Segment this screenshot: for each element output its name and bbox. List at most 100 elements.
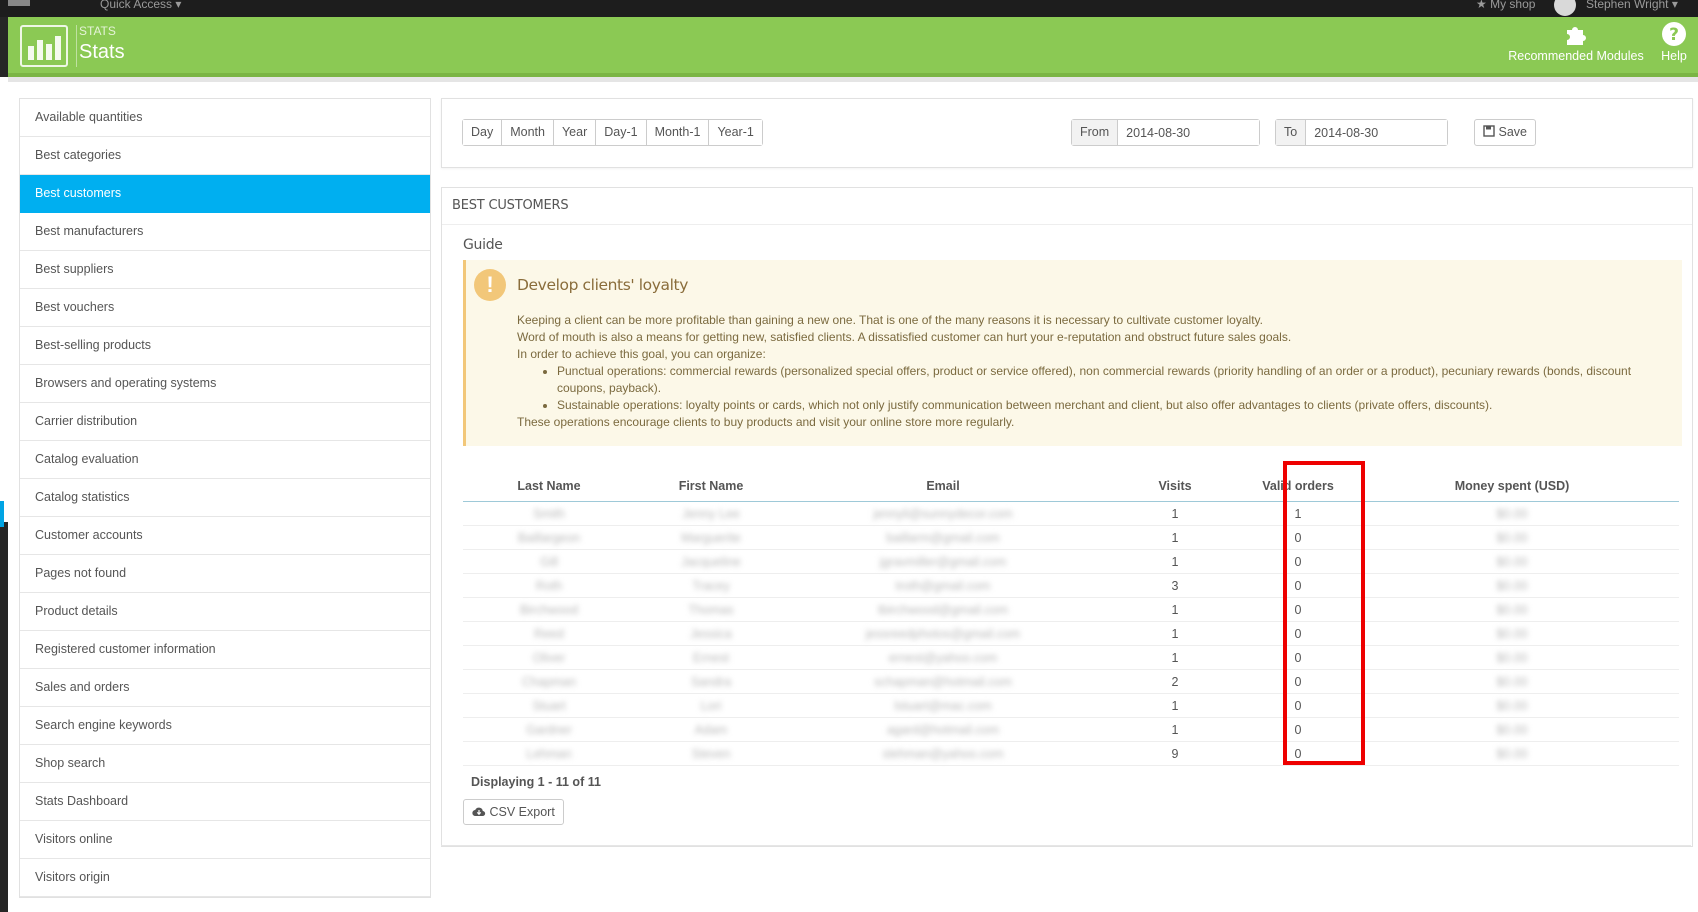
- cell-first-name-text: Jessica: [690, 626, 732, 641]
- column-header-last-name[interactable]: Last Name: [463, 471, 635, 502]
- period-button-year[interactable]: Year: [553, 120, 597, 145]
- cell-first-name-text: Jacqueline: [681, 554, 741, 569]
- period-button-day[interactable]: Day: [463, 120, 503, 145]
- cell-first-name: Jacqueline: [635, 549, 787, 574]
- sidebar-item-available-quantities[interactable]: Available quantities: [20, 99, 430, 137]
- table-row[interactable]: Gardner Adam agard@hotmail.com 1 0 $0.00: [463, 717, 1679, 742]
- warning-icon: !: [474, 269, 506, 301]
- cell-visits-text: 1: [1171, 554, 1179, 569]
- cell-visits-text: 3: [1171, 578, 1179, 593]
- cell-first-name-text: Adam: [694, 722, 728, 737]
- sidebar-item-carrier-distribution[interactable]: Carrier distribution: [20, 403, 430, 441]
- sidebar-item-catalog-statistics[interactable]: Catalog statistics: [20, 479, 430, 517]
- sidebar-item-customer-accounts[interactable]: Customer accounts: [20, 517, 430, 555]
- cell-last-name-text: Baillargeon: [517, 530, 581, 545]
- top-navbar: Quick Access ▾ ★ My shop Stephen Wright …: [0, 0, 1698, 17]
- table-row[interactable]: Gill Jacqueline jgravmiller@gmail.com 1 0 $0.…: [463, 549, 1679, 574]
- column-header-email[interactable]: Email: [787, 471, 1099, 502]
- period-button-year-1[interactable]: Year-1: [709, 120, 762, 145]
- alert-title: Develop clients' loyalty: [517, 276, 688, 294]
- cell-last-name: Stuart: [463, 693, 635, 718]
- table-row[interactable]: Lehman Steven slehman@yahoo.com 9 0 $0.00: [463, 741, 1679, 766]
- cell-email: ernest@yahoo.com: [787, 645, 1099, 670]
- table-row[interactable]: Birchwood Thomas tbirchwood@gmail.com 1 0 $0.…: [463, 597, 1679, 622]
- sidebar-item-best-categories[interactable]: Best categories: [20, 137, 430, 175]
- sidebar-item-sales-and-orders[interactable]: Sales and orders: [20, 669, 430, 707]
- cell-email: schapman@hotmail.com: [787, 669, 1099, 694]
- table-row[interactable]: Reed Jessica jessreedphotos@gmail.com 1 0 $0.…: [463, 621, 1679, 646]
- sidebar-item-best-selling-products[interactable]: Best-selling products: [20, 327, 430, 365]
- breadcrumb[interactable]: STATS: [79, 24, 116, 38]
- cell-email-text: jgravmiller@gmail.com: [879, 554, 1007, 569]
- cell-visits-text: 1: [1171, 530, 1179, 545]
- cell-first-name: Thomas: [635, 597, 787, 622]
- page-title: Stats: [79, 41, 125, 63]
- my-shop-link[interactable]: ★ My shop: [1476, 0, 1535, 11]
- column-header-money-spent[interactable]: Money spent (USD): [1345, 471, 1679, 502]
- table-row[interactable]: Smith Jenny Lee jennyli@sunnydecor.com 1 1 $0…: [463, 501, 1679, 526]
- cell-last-name: Smith: [463, 501, 635, 526]
- cell-email: slehman@yahoo.com: [787, 741, 1099, 766]
- sidebar-item-visitors-online[interactable]: Visitors online: [20, 821, 430, 859]
- sidebar-item-best-manufacturers[interactable]: Best manufacturers: [20, 213, 430, 251]
- cell-visits: 1: [1099, 717, 1251, 742]
- user-menu[interactable]: Stephen Wright ▾: [1586, 0, 1678, 11]
- cell-email-text: schapman@hotmail.com: [874, 674, 1012, 689]
- period-button-day-1[interactable]: Day-1: [596, 120, 647, 145]
- sidebar-item-registered-customer-information[interactable]: Registered customer information: [20, 631, 430, 669]
- sidebar-item-search-engine-keywords[interactable]: Search engine keywords: [20, 707, 430, 745]
- alert-line: These operations encourage clients to bu…: [517, 415, 1015, 429]
- page-header: STATS Stats Recommended Modules ? Help: [8, 17, 1698, 77]
- cell-first-name-text: Lori: [700, 698, 722, 713]
- column-header-visits[interactable]: Visits: [1099, 471, 1251, 502]
- sidebar-item-best-vouchers[interactable]: Best vouchers: [20, 289, 430, 327]
- save-button[interactable]: Save: [1474, 119, 1536, 146]
- to-date-group: To: [1275, 119, 1449, 146]
- sidebar-item-stats-dashboard[interactable]: Stats Dashboard: [20, 783, 430, 821]
- sidebar-item-shop-search[interactable]: Shop search: [20, 745, 430, 783]
- avatar[interactable]: [1554, 0, 1576, 16]
- from-label: From: [1072, 120, 1119, 145]
- recommended-modules-button[interactable]: Recommended Modules: [1506, 21, 1646, 63]
- sidebar-item-pages-not-found[interactable]: Pages not found: [20, 555, 430, 593]
- period-button-month-1[interactable]: Month-1: [646, 120, 710, 145]
- sidebar-item-product-details[interactable]: Product details: [20, 593, 430, 631]
- column-header-first-name[interactable]: First Name: [635, 471, 787, 502]
- cell-first-name-text: Tracey: [692, 578, 730, 593]
- from-date-input[interactable]: [1118, 120, 1260, 145]
- csv-export-button[interactable]: CSV Export: [463, 799, 564, 825]
- cloud-download-icon: [472, 805, 489, 819]
- cell-money-spent-text: $0.00: [1496, 506, 1528, 521]
- table-row[interactable]: Chapman Sandra schapman@hotmail.com 2 0 $0.00: [463, 669, 1679, 694]
- cell-money-spent: $0.00: [1345, 645, 1679, 670]
- period-button-month[interactable]: Month: [502, 120, 554, 145]
- sidebar-item-catalog-evaluation[interactable]: Catalog evaluation: [20, 441, 430, 479]
- help-button[interactable]: ? Help: [1656, 21, 1692, 63]
- table-row[interactable]: Roth Tracey troth@gmail.com 3 0 $0.00: [463, 573, 1679, 598]
- sidebar-item-visitors-origin[interactable]: Visitors origin: [20, 859, 430, 897]
- cell-money-spent: $0.00: [1345, 525, 1679, 550]
- panel-title-divider: [442, 224, 1692, 225]
- sidebar-item-best-customers[interactable]: Best customers: [20, 175, 430, 213]
- sidebar-item-best-suppliers[interactable]: Best suppliers: [20, 251, 430, 289]
- edge-accent: [0, 501, 4, 527]
- table-row[interactable]: Baillargeon Marguerite baillarm@gmail.com 1…: [463, 525, 1679, 550]
- cell-money-spent: $0.00: [1345, 693, 1679, 718]
- cell-money-spent-text: $0.00: [1496, 698, 1528, 713]
- cell-email: troth@gmail.com: [787, 573, 1099, 598]
- cell-visits: 3: [1099, 573, 1251, 598]
- alert-line: In order to achieve this goal, you can o…: [517, 347, 766, 361]
- cell-visits: 1: [1099, 597, 1251, 622]
- quick-access-menu[interactable]: Quick Access ▾: [100, 0, 181, 11]
- table-row[interactable]: Oliver Ernest ernest@yahoo.com 1 0 $0.00: [463, 645, 1679, 670]
- sidebar-item-browsers-and-operating-systems[interactable]: Browsers and operating systems: [20, 365, 430, 403]
- cell-money-spent: $0.00: [1345, 597, 1679, 622]
- table-row[interactable]: Stuart Lori lstuart@mac.com 1 0 $0.00: [463, 693, 1679, 718]
- alert-line: Word of mouth is also a means for gettin…: [517, 330, 1292, 344]
- to-date-input[interactable]: [1306, 120, 1448, 145]
- from-date-group: From: [1071, 119, 1261, 146]
- cell-last-name-text: Chapman: [521, 674, 577, 689]
- cell-money-spent-text: $0.00: [1496, 626, 1528, 641]
- cell-last-name: Chapman: [463, 669, 635, 694]
- cell-visits: 9: [1099, 741, 1251, 766]
